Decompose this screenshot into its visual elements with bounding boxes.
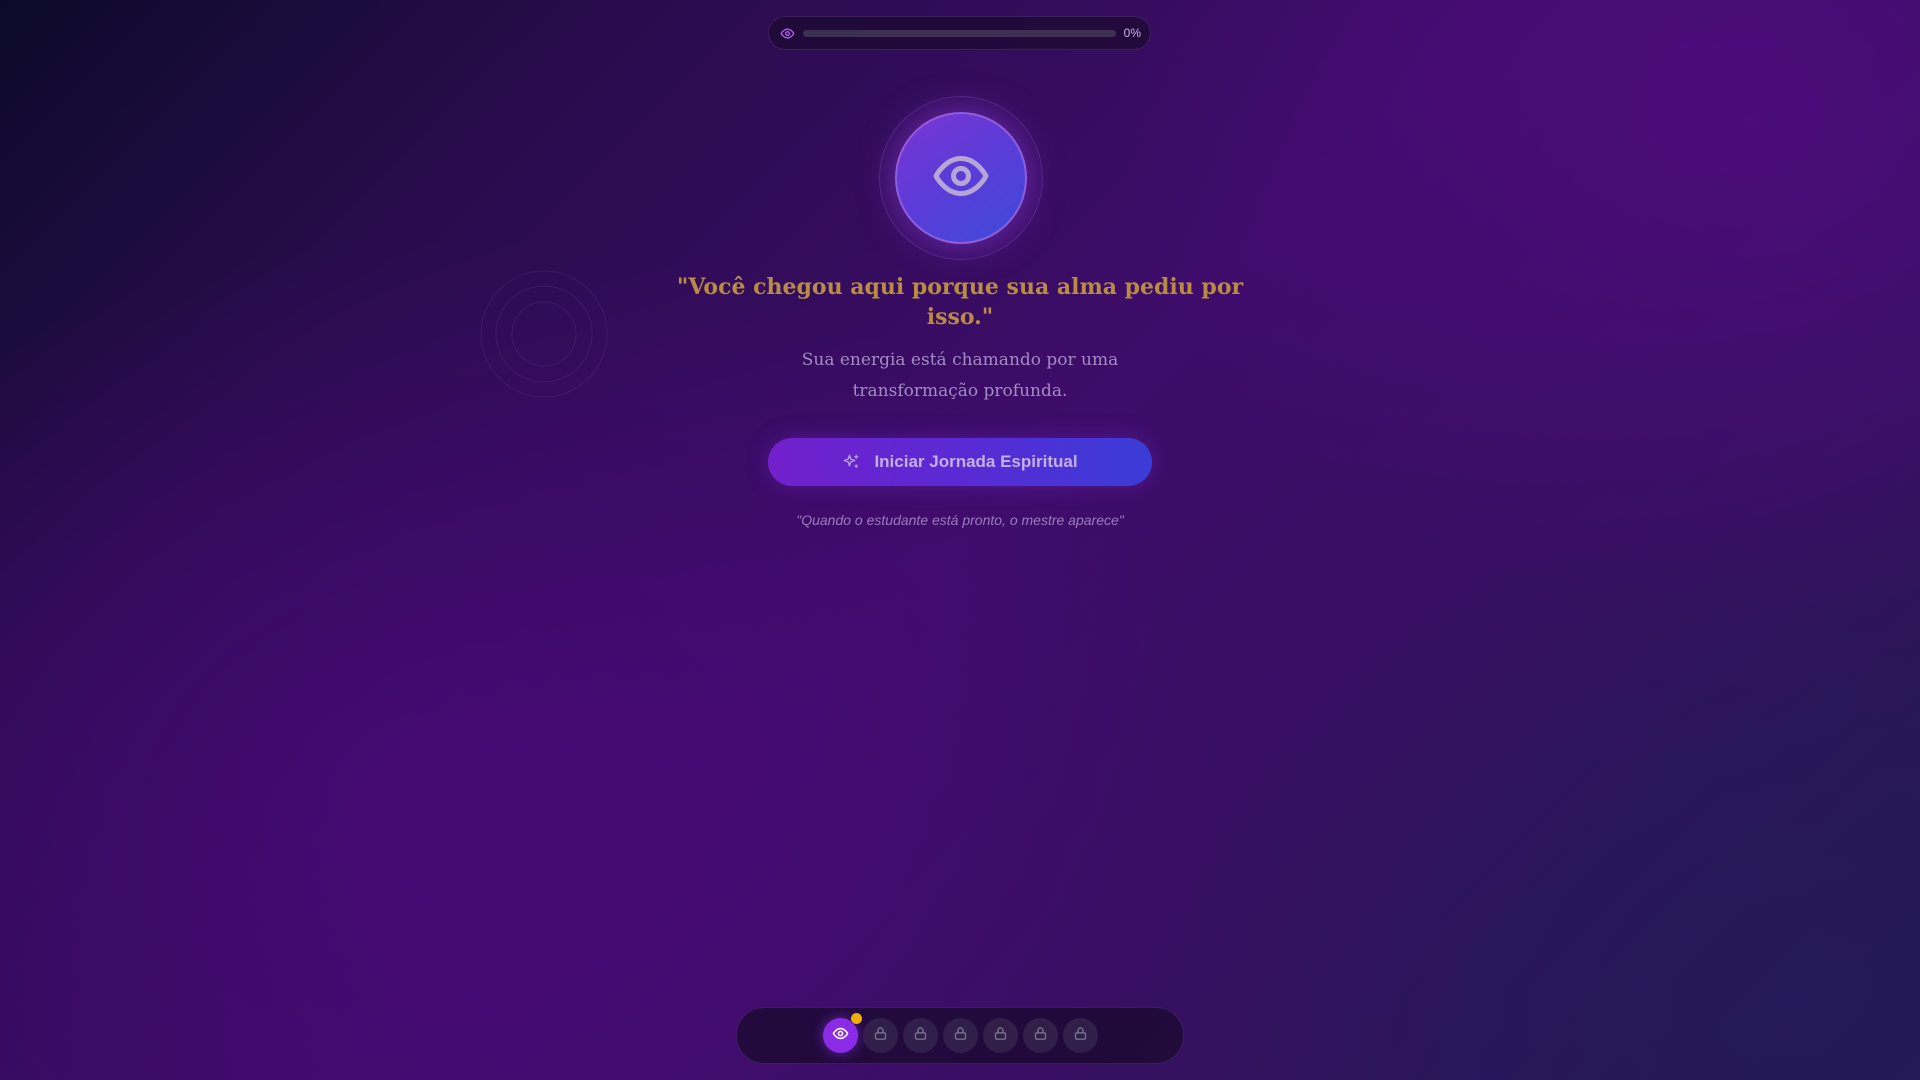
hero-orb [895,112,1027,244]
eye-icon [779,25,795,41]
step-4-locked[interactable] [942,1018,978,1053]
progress-bar: 0% [768,16,1151,50]
step-2-locked[interactable] [862,1018,898,1053]
start-journey-button[interactable]: Iniciar Jornada Espiritual [768,438,1152,486]
step-3-locked[interactable] [902,1018,938,1053]
hero-subtitle: Sua energia está chamando por uma transf… [801,350,1119,401]
eye-icon [832,1025,849,1047]
lock-icon [913,1026,928,1046]
start-journey-label: Iniciar Jornada Espiritual [874,452,1078,471]
progress-track [803,29,1116,37]
lock-icon [993,1026,1008,1046]
sparkles-icon [842,453,860,471]
step-6-locked[interactable] [1022,1018,1058,1053]
step-7-locked[interactable] [1062,1018,1098,1053]
lock-icon [953,1026,968,1046]
step-1-eye[interactable] [822,1013,862,1053]
step-navigator [736,1007,1184,1064]
step-5-locked[interactable] [982,1018,1018,1053]
decorative-rings [480,270,608,398]
lock-icon [1033,1026,1048,1046]
hero-headline: "Você chegou aqui porque sua alma pediu … [676,274,1244,330]
lock-icon [1073,1026,1088,1046]
progress-percent: 0% [1123,26,1141,40]
eye-icon [931,146,991,211]
hero-footnote: "Quando o estudante está pronto, o mestr… [796,512,1124,528]
lock-icon [873,1026,888,1046]
step-notification-badge [850,1013,862,1024]
